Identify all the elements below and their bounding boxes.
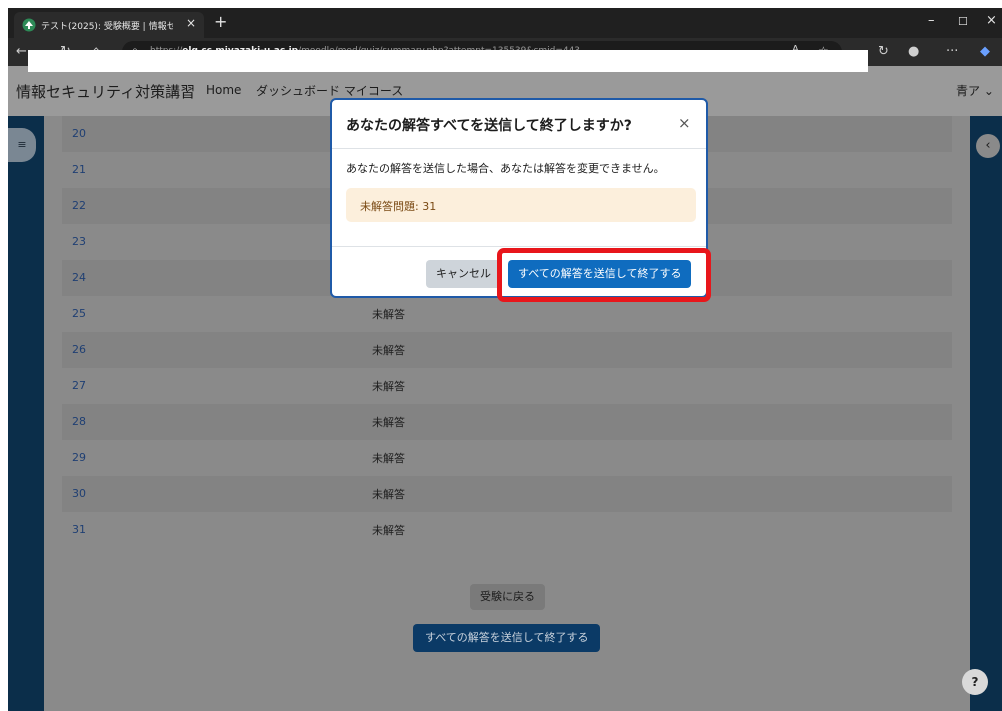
title-bar: テスト(2025): 受験概要 | 情報セキュリテ × + – ☐ × (8, 8, 1002, 38)
profile-avatar-icon[interactable]: ● (908, 44, 919, 59)
right-drawer-strip (970, 116, 1002, 711)
edge-copilot-icon[interactable]: ◆ (980, 44, 990, 59)
submit-all-button[interactable]: すべての解答を送信して終了する (413, 624, 601, 652)
back-arrow-icon[interactable]: ← (16, 44, 27, 59)
question-number-link[interactable]: 21 (72, 163, 86, 176)
return-to-attempt-button[interactable]: 受験に戻る (470, 584, 545, 610)
table-row: 27 未解答 (62, 368, 952, 404)
dialog-title: あなたの解答すべてを送信して終了しますか? (346, 118, 632, 134)
question-number-link[interactable]: 31 (72, 523, 86, 536)
question-number-link[interactable]: 25 (72, 307, 86, 320)
site-favicon-icon (22, 18, 36, 32)
question-number-link[interactable]: 28 (72, 415, 86, 428)
table-row: 31 未解答 (62, 512, 952, 548)
question-status: 未解答 (372, 344, 405, 357)
dialog-close-icon[interactable]: × (678, 114, 691, 132)
maximize-button[interactable]: ☐ (958, 15, 968, 28)
question-number-link[interactable]: 24 (72, 271, 86, 284)
unanswered-alert: 未解答問題: 31 (346, 188, 696, 222)
question-status: 未解答 (372, 524, 405, 537)
dialog-divider (332, 148, 706, 149)
table-row: 28 未解答 (62, 404, 952, 440)
question-number-link[interactable]: 29 (72, 451, 86, 464)
site-name[interactable]: 情報セキュリティ対策講習 (16, 81, 195, 102)
cancel-button[interactable]: キャンセル (426, 260, 501, 288)
table-row: 30 未解答 (62, 476, 952, 512)
tab-close-icon[interactable]: × (186, 16, 196, 30)
table-row: 26 未解答 (62, 332, 952, 368)
new-tab-button[interactable]: + (214, 12, 227, 31)
question-status: 未解答 (372, 488, 405, 501)
redaction-bar (28, 50, 868, 72)
block-drawer-toggle-icon[interactable]: ‹ (976, 134, 1000, 158)
course-index-toggle-icon[interactable]: ≡ (8, 128, 36, 162)
left-drawer-strip (8, 116, 44, 711)
question-number-link[interactable]: 30 (72, 487, 86, 500)
dialog-body-text: あなたの解答を送信した場合、あなたは解答を変更できません。 (346, 162, 665, 175)
browser-tab[interactable]: テスト(2025): 受験概要 | 情報セキュリテ × (14, 12, 204, 38)
question-number-link[interactable]: 27 (72, 379, 86, 392)
question-number-link[interactable]: 23 (72, 235, 86, 248)
question-number-link[interactable]: 26 (72, 343, 86, 356)
copilot-icon[interactable]: ↻ (878, 44, 889, 59)
help-icon[interactable]: ? (962, 669, 988, 695)
close-window-button[interactable]: × (986, 13, 997, 28)
question-status: 未解答 (372, 380, 405, 393)
highlight-annotation (497, 248, 711, 302)
tab-title: テスト(2025): 受験概要 | 情報セキュリテ (41, 22, 173, 32)
dialog-divider (332, 246, 706, 247)
nav-home-link[interactable]: Home (206, 83, 241, 97)
question-number-link[interactable]: 22 (72, 199, 86, 212)
user-menu[interactable]: 青ア ⌄ (956, 82, 994, 99)
question-status: 未解答 (372, 416, 405, 429)
question-number-link[interactable]: 20 (72, 127, 86, 140)
unanswered-count: 未解答問題: 31 (360, 200, 437, 213)
browser-menu-icon[interactable]: ··· (946, 44, 958, 59)
minimize-button[interactable]: – (928, 13, 935, 28)
question-status: 未解答 (372, 452, 405, 465)
table-row: 29 未解答 (62, 440, 952, 476)
nav-dashboard-link[interactable]: ダッシュボード マイコース (256, 82, 403, 99)
question-status: 未解答 (372, 308, 405, 321)
browser-window: テスト(2025): 受験概要 | 情報セキュリテ × + – ☐ × ← ↻ … (8, 8, 1002, 711)
